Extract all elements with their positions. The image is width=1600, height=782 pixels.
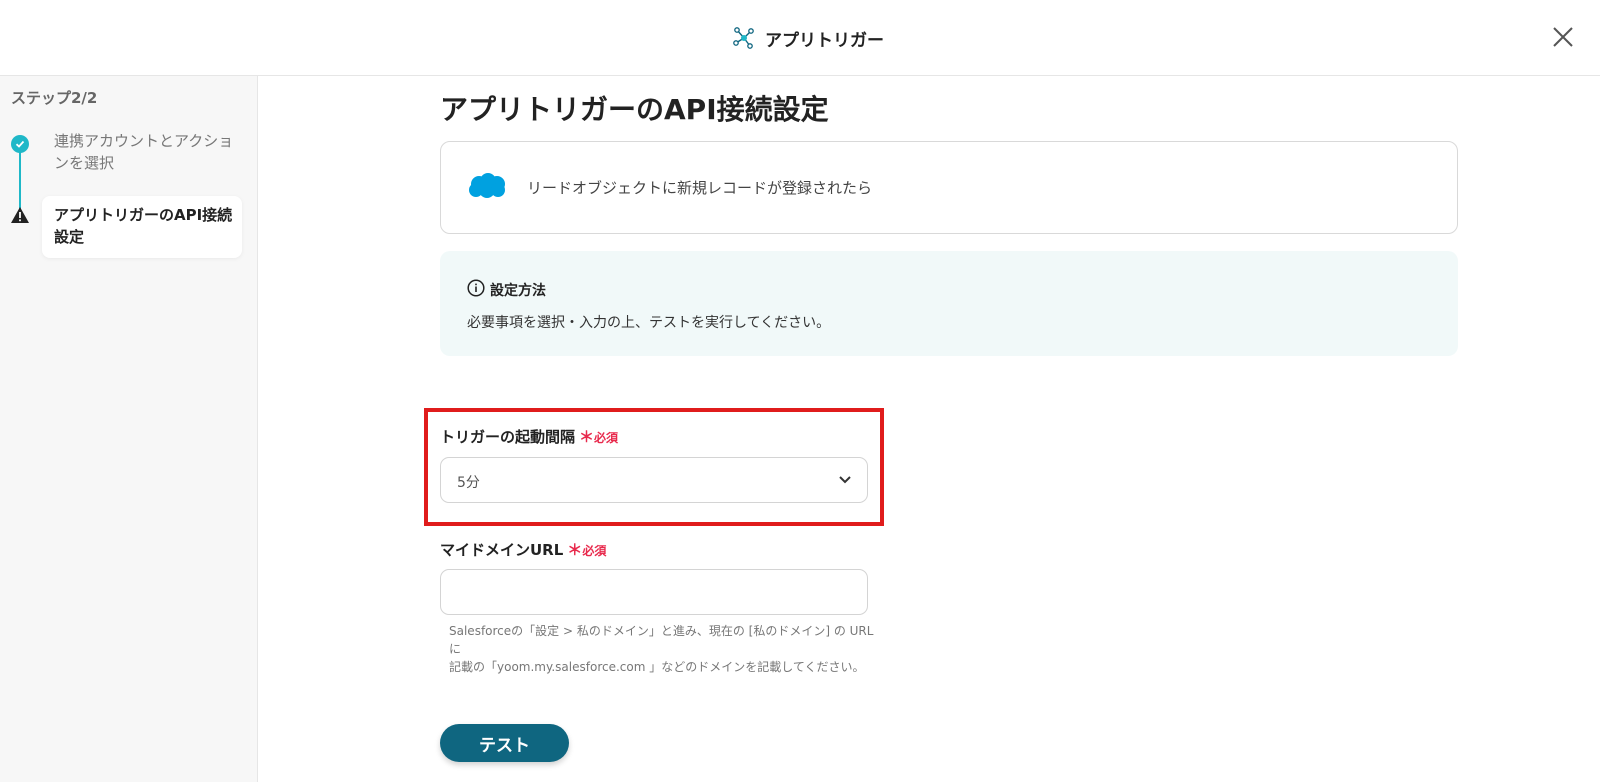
domain-url-label: マイドメインURL ＊必須 xyxy=(440,539,606,560)
warning-icon xyxy=(11,207,29,223)
test-button[interactable]: テスト xyxy=(440,724,569,762)
help-line-1: Salesforceの「設定 > 私のドメイン」と進み、現在の [私のドメイン]… xyxy=(449,624,874,656)
help-line-2: 記載の「yoom.my.salesforce.com 」などのドメインを記載して… xyxy=(449,660,865,674)
interval-select-value: 5分 xyxy=(457,475,480,491)
step-sidebar: ステップ2/2 連携アカウントとアクションを選択 アプリトリガーのAPI接続設定 xyxy=(0,76,258,782)
trigger-event-text: リードオブジェクトに新規レコードが登録されたら xyxy=(527,179,873,197)
header-title-group: アプリトリガー xyxy=(732,24,884,52)
sidebar-step-select-account[interactable]: 連携アカウントとアクションを選択 xyxy=(54,130,234,174)
header-title: アプリトリガー xyxy=(765,30,884,51)
info-icon xyxy=(467,279,485,297)
chevron-down-icon xyxy=(839,476,851,484)
salesforce-cloud-icon xyxy=(469,173,505,198)
top-bar: アプリトリガー xyxy=(0,0,1600,76)
check-icon xyxy=(11,135,29,153)
close-icon[interactable] xyxy=(1552,26,1574,48)
page-title: アプリトリガーのAPI接続設定 xyxy=(440,93,829,126)
step-counter: ステップ2/2 xyxy=(11,89,98,107)
info-title: 設定方法 xyxy=(490,283,546,299)
step-connector xyxy=(19,144,21,212)
domain-url-input[interactable] xyxy=(440,569,868,615)
setup-info-box: 設定方法 必要事項を選択・入力の上、テストを実行してください。 xyxy=(440,251,1458,356)
interval-label-text: トリガーの起動間隔 xyxy=(440,428,576,446)
info-text: 必要事項を選択・入力の上、テストを実行してください。 xyxy=(467,315,831,331)
trigger-network-icon xyxy=(733,27,754,49)
trigger-event-card: リードオブジェクトに新規レコードが登録されたら xyxy=(440,141,1458,234)
interval-label: トリガーの起動間隔 ＊必須 xyxy=(440,426,618,447)
required-badge: ＊必須 xyxy=(579,428,619,446)
required-badge: ＊必須 xyxy=(567,541,607,559)
sidebar-step-api-settings[interactable]: アプリトリガーのAPI接続設定 xyxy=(42,196,242,258)
interval-select[interactable]: 5分 xyxy=(440,457,868,503)
domain-url-help: Salesforceの「設定 > 私のドメイン」と進み、現在の [私のドメイン]… xyxy=(449,622,879,676)
domain-url-label-text: マイドメインURL xyxy=(440,541,564,559)
